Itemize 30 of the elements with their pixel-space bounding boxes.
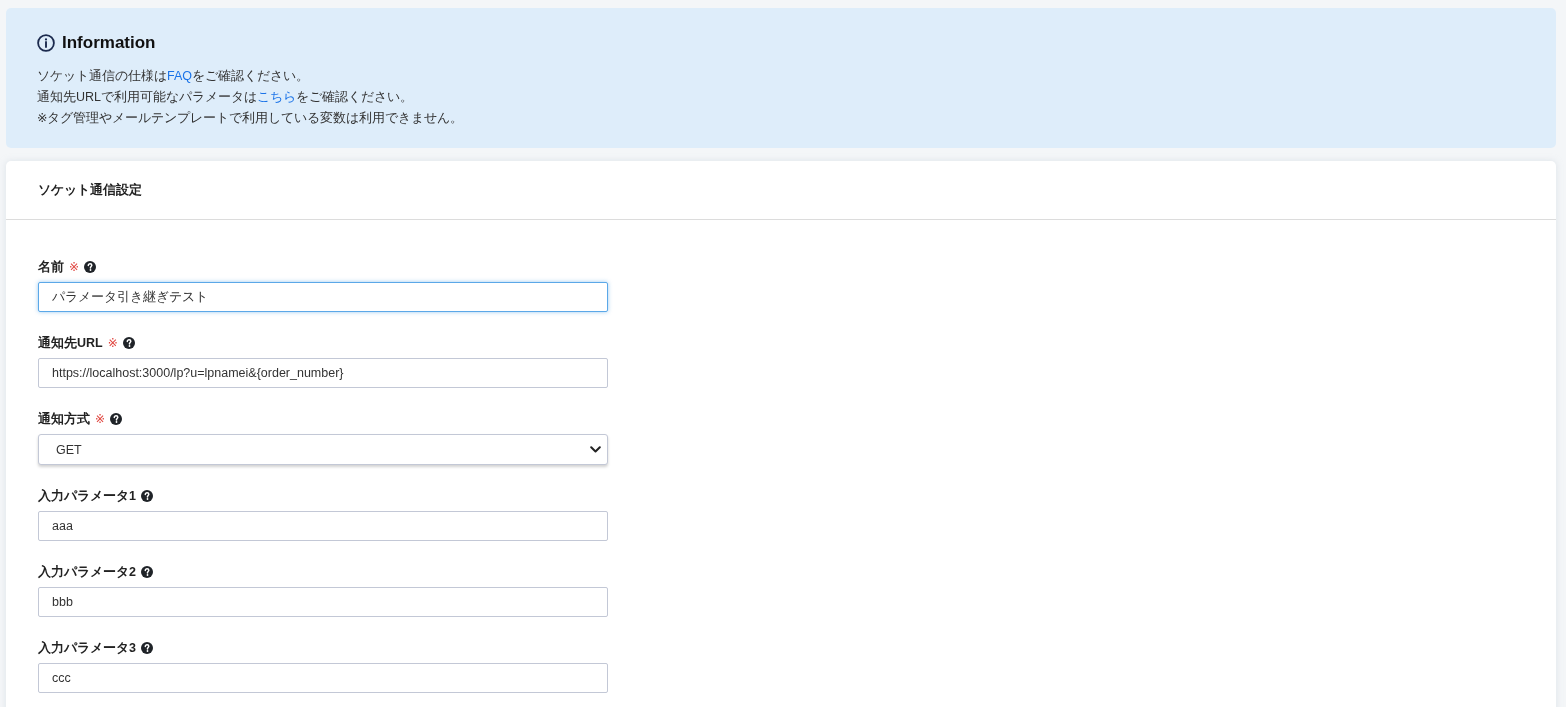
required-mark: ※	[95, 412, 106, 426]
help-icon[interactable]	[140, 566, 153, 578]
field-label: 入力パラメータ2	[38, 563, 136, 581]
text-input[interactable]: パラメータ引き継ぎテスト	[38, 282, 608, 312]
text-input[interactable]: bbb	[38, 587, 608, 617]
chevron-down-icon	[590, 446, 601, 453]
text-input[interactable]: https://localhost:3000/lp?u=lpnamei&{order_number}	[38, 358, 608, 388]
info-link[interactable]: FAQ	[167, 69, 192, 83]
help-icon[interactable]	[140, 642, 153, 654]
help-icon[interactable]	[122, 337, 135, 349]
help-icon[interactable]	[84, 261, 97, 273]
field-label: 入力パラメータ1	[38, 487, 136, 505]
field-label: 名前	[38, 258, 64, 276]
info-icon	[37, 34, 55, 52]
field-label: 入力パラメータ3	[38, 639, 136, 657]
method-select[interactable]: GET	[38, 434, 608, 465]
field-label: 通知方式	[38, 410, 90, 428]
info-title: Information	[62, 32, 156, 54]
text-input[interactable]: ccc	[38, 663, 608, 693]
info-text: ※タグ管理やメールテンプレートで利用している変数は利用できません。	[37, 110, 465, 127]
required-mark: ※	[69, 260, 80, 274]
required-mark: ※	[107, 336, 118, 350]
help-icon[interactable]	[140, 490, 153, 502]
text-input[interactable]: aaa	[38, 511, 608, 541]
field-label: 通知先URL	[38, 334, 103, 352]
card-title: ソケット通信設定	[38, 181, 142, 199]
info-text: 通知先URLで利用可能なパラメータはこちら をご確認ください。	[37, 89, 414, 106]
help-icon[interactable]	[110, 413, 123, 425]
info-text: ソケット通信の仕様はFAQをご確認ください。	[37, 68, 310, 85]
info-link[interactable]: こちら	[257, 90, 296, 104]
